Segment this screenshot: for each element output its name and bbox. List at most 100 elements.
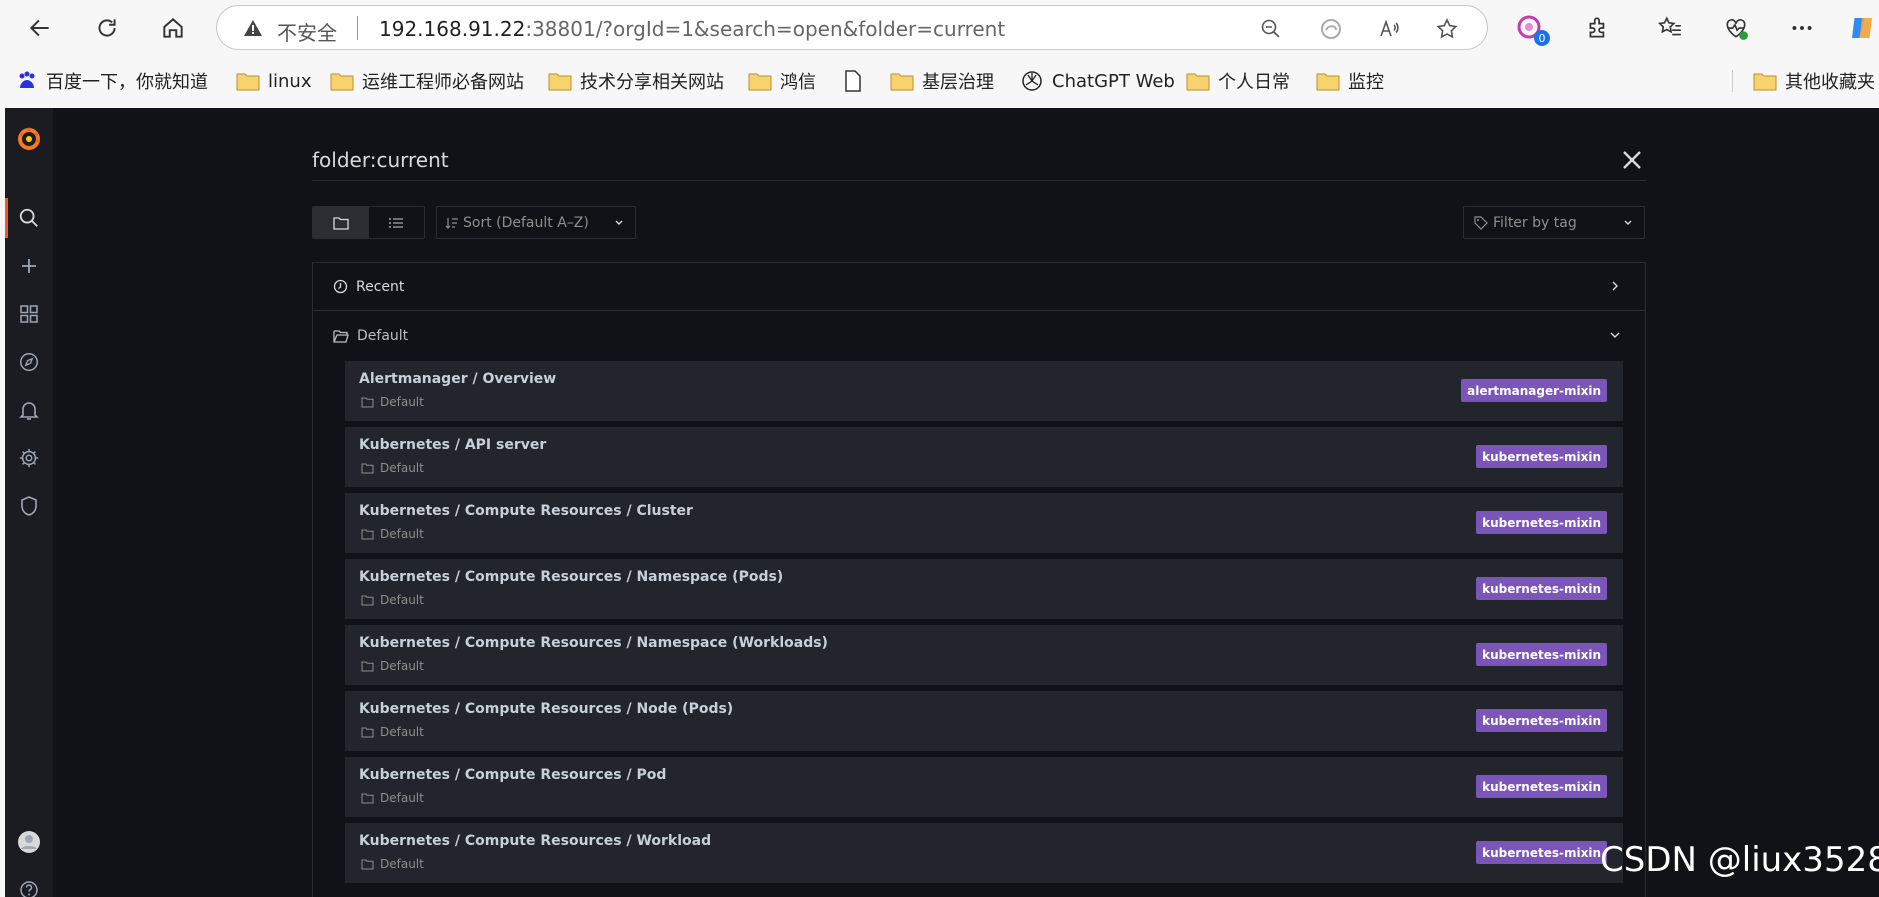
bell-icon bbox=[19, 402, 39, 420]
dashboard-item[interactable]: Kubernetes / Compute Resources / Cluster… bbox=[345, 493, 1623, 553]
folder-view-icon bbox=[333, 216, 349, 230]
bookmark-chatgpt[interactable]: ChatGPT Web bbox=[1020, 68, 1175, 94]
watermark: CSDN @liux3528 bbox=[1600, 840, 1879, 880]
bookmark-label: 运维工程师必备网站 bbox=[362, 72, 524, 93]
favorites-button[interactable] bbox=[1650, 8, 1690, 48]
folder-icon bbox=[361, 595, 374, 605]
view-toggle bbox=[312, 206, 425, 239]
read-aloud-icon bbox=[1380, 19, 1399, 37]
edge-icon-button[interactable] bbox=[1317, 15, 1345, 43]
section-recent[interactable]: Recent bbox=[313, 263, 1645, 311]
dashboard-item[interactable]: Kubernetes / Compute Resources / Namespa… bbox=[345, 559, 1623, 619]
bookmark-tech-sites[interactable]: 技术分享相关网站 bbox=[548, 68, 724, 94]
bookmark-label: 鸿信 bbox=[780, 72, 816, 93]
extensions-button[interactable] bbox=[1578, 8, 1618, 48]
browser-essentials-button[interactable] bbox=[1716, 8, 1756, 48]
favorite-button[interactable] bbox=[1433, 15, 1461, 43]
favorites-list-icon bbox=[1657, 16, 1681, 36]
bookmark-personal[interactable]: 个人日常 bbox=[1186, 68, 1290, 94]
warning-icon bbox=[244, 20, 262, 36]
address-bar[interactable]: 不安全 192.168.91.22:38801/?orgId=1&search=… bbox=[216, 5, 1488, 50]
url-text[interactable]: 192.168.91.22:38801/?orgId=1&search=open… bbox=[379, 17, 1005, 41]
dashboard-tag[interactable]: kubernetes-mixin bbox=[1476, 643, 1607, 666]
bookmark-ops-sites[interactable]: 运维工程师必备网站 bbox=[330, 68, 524, 94]
profile-button[interactable]: 0 bbox=[1510, 8, 1550, 48]
baidu-icon bbox=[19, 71, 35, 88]
more-dots-icon bbox=[1792, 26, 1812, 30]
star-icon bbox=[1436, 18, 1458, 39]
dashboard-item[interactable]: Kubernetes / Compute Resources / Pod Def… bbox=[345, 757, 1623, 817]
dashboard-tag[interactable]: alertmanager-mixin bbox=[1461, 379, 1607, 402]
dashboard-tag[interactable]: kubernetes-mixin bbox=[1476, 775, 1607, 798]
insecure-label: 不安全 bbox=[277, 21, 337, 45]
dashboard-folder-label: Default bbox=[380, 659, 424, 673]
sort-select[interactable]: Sort (Default A–Z) bbox=[436, 206, 636, 239]
close-search-button[interactable] bbox=[1616, 144, 1648, 176]
dashboard-folder: Default bbox=[361, 593, 424, 607]
copilot-button[interactable] bbox=[1842, 8, 1879, 48]
dashboard-folder-label: Default bbox=[380, 857, 424, 871]
help-nav[interactable] bbox=[5, 870, 53, 897]
section-default[interactable]: Default bbox=[313, 312, 1645, 360]
bookmark-other[interactable]: 其他收藏夹 bbox=[1753, 68, 1875, 94]
search-nav[interactable] bbox=[5, 198, 53, 238]
search-input[interactable]: folder:current bbox=[312, 148, 449, 172]
dashboard-folder: Default bbox=[361, 461, 424, 475]
folder-icon bbox=[1186, 73, 1210, 91]
bookmark-grassroots[interactable]: 基层治理 bbox=[890, 68, 994, 94]
alerting-nav[interactable] bbox=[5, 390, 53, 430]
side-menu bbox=[5, 108, 53, 897]
list-view-icon bbox=[389, 217, 404, 228]
dashboard-title: Kubernetes / Compute Resources / Workloa… bbox=[359, 833, 712, 849]
puzzle-icon bbox=[1589, 17, 1605, 38]
dashboard-item[interactable]: Kubernetes / Compute Resources / Workloa… bbox=[345, 823, 1623, 883]
bookmark-label: 百度一下，你就知道 bbox=[46, 72, 208, 93]
dashboard-item[interactable]: Alertmanager / Overview Default alertman… bbox=[345, 361, 1623, 421]
bookmark-baidu[interactable]: 百度一下，你就知道 bbox=[16, 68, 208, 94]
bookmark-divider bbox=[1732, 70, 1733, 92]
chatgpt-icon bbox=[1022, 71, 1042, 91]
tag-filter-select[interactable]: Filter by tag bbox=[1463, 206, 1645, 239]
clock-icon bbox=[333, 279, 348, 294]
dashboard-tag[interactable]: kubernetes-mixin bbox=[1476, 577, 1607, 600]
dashboard-item[interactable]: Kubernetes / Compute Resources / Namespa… bbox=[345, 625, 1623, 685]
more-button[interactable] bbox=[1782, 8, 1822, 48]
create-nav[interactable] bbox=[5, 246, 53, 286]
folder-icon bbox=[361, 397, 374, 407]
folder-view-button[interactable] bbox=[313, 207, 369, 238]
dashboard-title: Kubernetes / Compute Resources / Namespa… bbox=[359, 569, 784, 585]
bookmark-file[interactable] bbox=[844, 68, 870, 94]
reload-button[interactable] bbox=[87, 8, 127, 48]
server-admin-nav[interactable] bbox=[5, 486, 53, 526]
grafana-logo-icon bbox=[18, 127, 40, 150]
zoom-button[interactable] bbox=[1257, 15, 1285, 43]
configuration-nav[interactable] bbox=[5, 438, 53, 478]
dashboards-nav[interactable] bbox=[5, 294, 53, 334]
grafana-app: folder:current Sort (Default A–Z) Filter… bbox=[5, 108, 1879, 897]
bookmark-monitoring[interactable]: 监控 bbox=[1316, 68, 1384, 94]
bookmark-label: 个人日常 bbox=[1218, 72, 1290, 93]
folder-open-icon bbox=[333, 330, 349, 343]
bookmark-linux[interactable]: linux bbox=[236, 68, 311, 94]
dashboard-tag[interactable]: kubernetes-mixin bbox=[1476, 445, 1607, 468]
section-recent-label: Recent bbox=[356, 278, 405, 295]
dashboard-folder: Default bbox=[361, 527, 424, 541]
back-button[interactable] bbox=[20, 8, 60, 48]
home-button[interactable] bbox=[153, 8, 193, 48]
explore-nav[interactable] bbox=[5, 342, 53, 382]
profile-nav[interactable] bbox=[5, 822, 53, 862]
list-view-button[interactable] bbox=[369, 207, 425, 238]
bookmark-label: 基层治理 bbox=[922, 72, 994, 93]
chevron-right-icon bbox=[1612, 281, 1618, 291]
dashboard-item[interactable]: Kubernetes / API server Default kubernet… bbox=[345, 427, 1623, 487]
dashboard-tag[interactable]: kubernetes-mixin bbox=[1476, 511, 1607, 534]
dashboard-item[interactable]: Kubernetes / Compute Resources / Node (P… bbox=[345, 691, 1623, 751]
compass-icon bbox=[20, 353, 38, 371]
dashboard-tag[interactable]: kubernetes-mixin bbox=[1476, 709, 1607, 732]
dashboard-folder-label: Default bbox=[380, 791, 424, 805]
read-aloud-button[interactable] bbox=[1375, 15, 1403, 43]
dashboard-tag[interactable]: kubernetes-mixin bbox=[1476, 841, 1607, 864]
dashboard-folder: Default bbox=[361, 659, 424, 673]
grafana-home-link[interactable] bbox=[5, 118, 53, 158]
bookmark-hongxin[interactable]: 鸿信 bbox=[748, 68, 816, 94]
